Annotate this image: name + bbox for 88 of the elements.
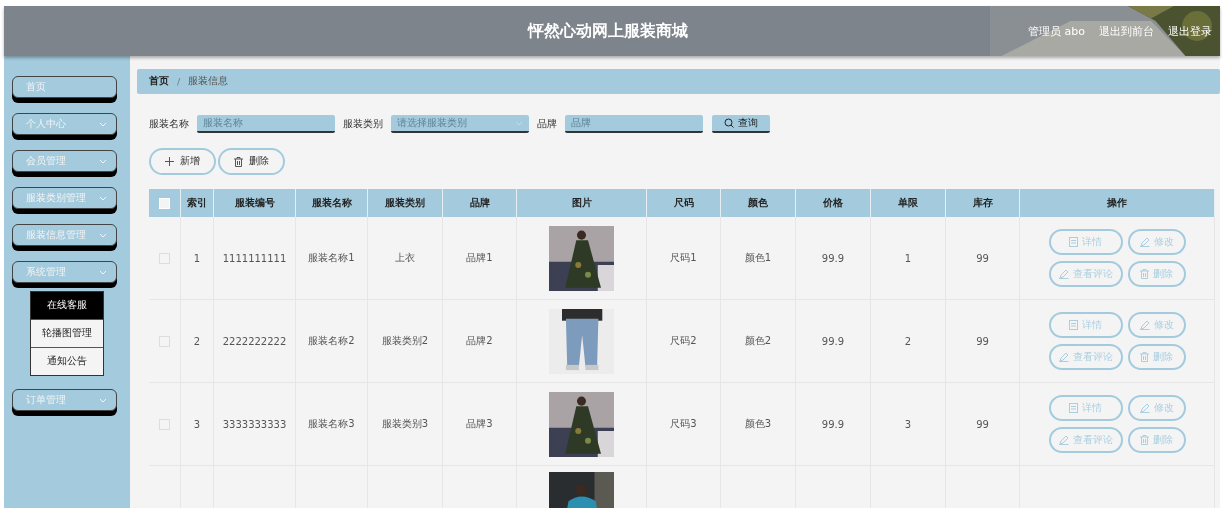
- table-cell: 品牌2: [466, 334, 493, 348]
- table-cell: 99: [976, 252, 989, 264]
- table-cell: 2: [904, 335, 912, 347]
- table-cell: 服装名称2: [308, 334, 355, 348]
- table-cell: 3: [193, 418, 201, 430]
- header-link[interactable]: 退出登录: [1168, 23, 1212, 39]
- table-cell: 尺码1: [670, 251, 697, 265]
- trash-icon: [1140, 269, 1149, 279]
- column-header: 服装类别: [385, 196, 425, 210]
- trash-icon: [1140, 352, 1149, 362]
- column-header: 库存: [972, 196, 993, 210]
- table-cell: 3: [904, 418, 912, 430]
- table-cell: 2: [193, 335, 201, 347]
- document-icon: [1069, 237, 1078, 247]
- table-cell: 服装名称3: [308, 417, 355, 431]
- details-button[interactable]: 详情: [1048, 395, 1123, 421]
- table-cell: 服装名称1: [308, 251, 355, 265]
- table-cell: 99.9: [821, 335, 845, 347]
- field-label: 服装类别: [343, 117, 383, 131]
- delete-button[interactable]: 删除: [218, 148, 285, 175]
- site-title: 怦然心动网上服装商城: [526, 20, 689, 42]
- search-icon: [724, 118, 734, 128]
- table-cell: 品牌1: [466, 251, 493, 265]
- search-button[interactable]: 查询: [712, 115, 770, 133]
- pen-icon: [1058, 269, 1069, 279]
- edit-button[interactable]: 修改: [1127, 395, 1186, 421]
- delete-button[interactable]: 删除: [1127, 344, 1186, 370]
- submenu-item[interactable]: 在线客服: [31, 292, 103, 320]
- field-label: 品牌: [537, 117, 557, 131]
- table-cell: 1111111111: [222, 252, 287, 264]
- table-cell: 99: [976, 418, 989, 430]
- edit-button[interactable]: 查看评论: [1048, 261, 1123, 287]
- pen-icon: [1139, 403, 1150, 413]
- column-header: 单限: [898, 196, 918, 210]
- header-link[interactable]: 管理员 abo: [1028, 23, 1085, 39]
- table-cell: 颜色1: [744, 251, 772, 265]
- table-cell: 颜色3: [744, 417, 772, 431]
- header-link[interactable]: 退出到前台: [1099, 23, 1154, 39]
- plus-icon: [165, 157, 174, 166]
- table-cell: 99.9: [821, 418, 845, 430]
- table-cell: 尺码2: [670, 334, 697, 348]
- select-field[interactable]: 请选择服装类别: [391, 115, 529, 133]
- document-icon: [1069, 320, 1078, 330]
- breadcrumb-separator: /: [177, 76, 181, 87]
- column-header: 尺码: [673, 196, 694, 210]
- table-cell: 尺码3: [670, 417, 697, 431]
- table-cell: 2222222222: [222, 335, 287, 347]
- pen-icon: [1139, 237, 1150, 247]
- column-header: 操作: [1107, 196, 1127, 210]
- trash-icon: [1140, 435, 1149, 445]
- table-cell: 品牌3: [466, 417, 493, 431]
- column-header: 价格: [823, 196, 843, 210]
- column-header: 服装编号: [234, 196, 275, 210]
- delete-button[interactable]: 删除: [1127, 261, 1186, 287]
- column-header: 品牌: [469, 196, 490, 210]
- document-icon: [1069, 403, 1078, 413]
- delete-button[interactable]: 删除: [1127, 427, 1186, 453]
- submenu-item[interactable]: 通知公告: [31, 348, 103, 375]
- table-cell: 颜色2: [744, 334, 772, 348]
- submenu-item[interactable]: 轮播图管理: [31, 320, 103, 348]
- pen-icon: [1058, 435, 1069, 445]
- edit-button[interactable]: 修改: [1127, 312, 1186, 338]
- edit-button[interactable]: 查看评论: [1048, 344, 1123, 370]
- table-cell: 99: [976, 335, 989, 347]
- breadcrumb-item[interactable]: 首页: [149, 75, 169, 88]
- chevron-down-icon: [515, 120, 523, 126]
- table-cell: 上衣: [395, 251, 415, 265]
- edit-button[interactable]: 修改: [1127, 229, 1186, 255]
- table-cell: 服装类别3: [381, 417, 429, 431]
- breadcrumb-item: 服装信息: [188, 75, 229, 88]
- details-button[interactable]: 详情: [1048, 229, 1123, 255]
- pen-icon: [1139, 320, 1150, 330]
- table-cell: 3333333333: [222, 418, 287, 430]
- column-header: 索引: [187, 196, 207, 210]
- table-cell: 1: [904, 252, 912, 264]
- add-button[interactable]: 新增: [149, 148, 216, 175]
- table-cell: 99.9: [821, 252, 845, 264]
- column-header: 服装名称: [311, 196, 352, 210]
- input-field[interactable]: 服装名称: [197, 115, 335, 133]
- field-label: 服装名称: [149, 117, 189, 131]
- pen-icon: [1058, 352, 1069, 362]
- column-header: 图片: [571, 196, 592, 210]
- trash-icon: [234, 156, 243, 167]
- column-header: 颜色: [748, 196, 768, 210]
- table-cell: 服装类别2: [381, 334, 429, 348]
- table-cell: 1: [193, 252, 201, 264]
- details-button[interactable]: 详情: [1048, 312, 1123, 338]
- edit-button[interactable]: 查看评论: [1048, 427, 1123, 453]
